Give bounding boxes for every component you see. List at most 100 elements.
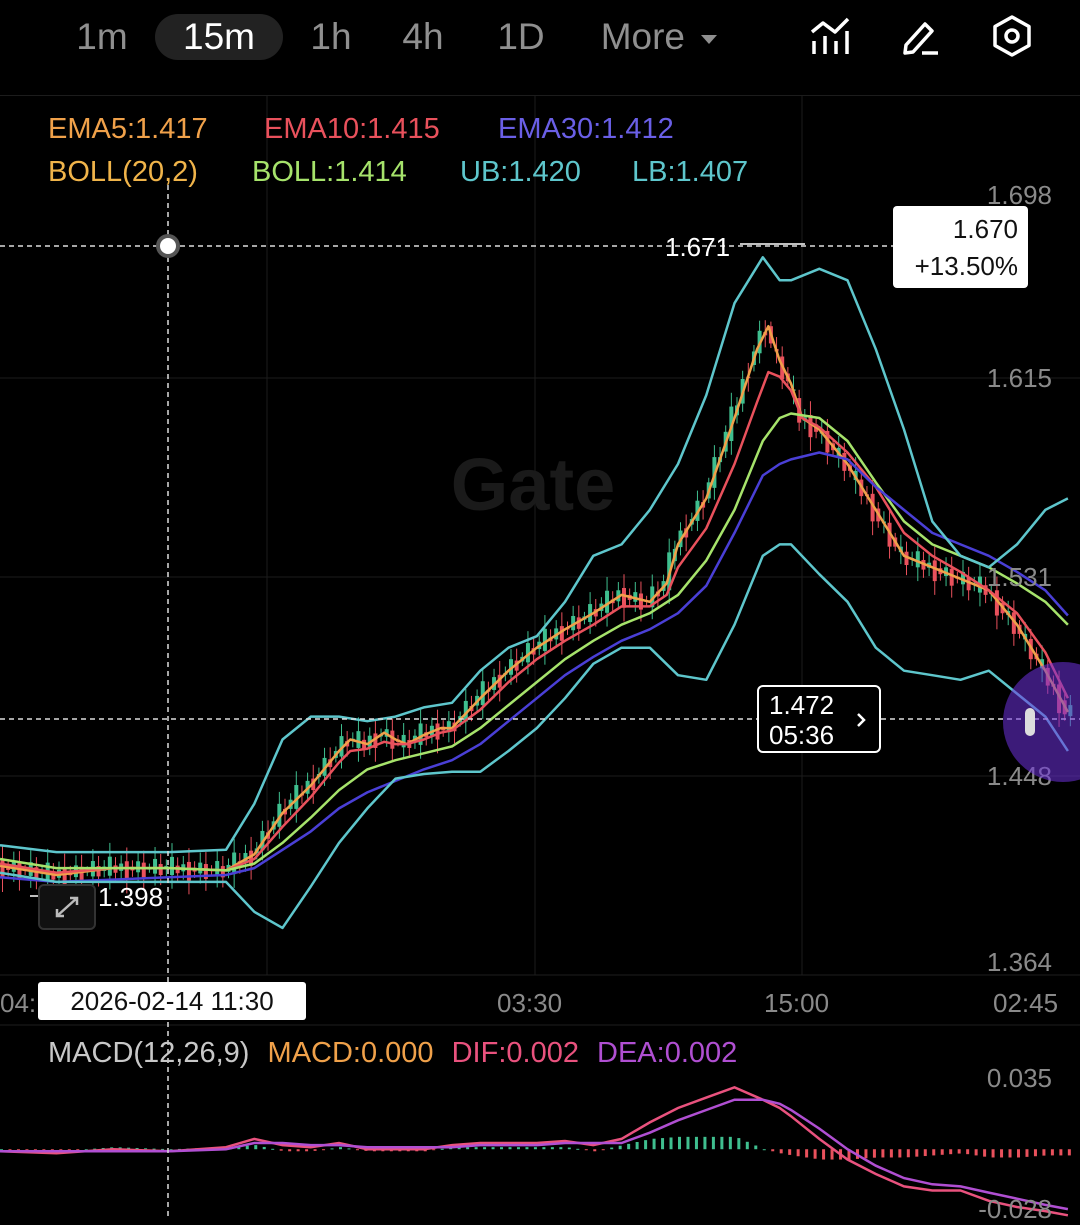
- macd-bar: [245, 1145, 249, 1150]
- macd-bar: [720, 1136, 724, 1150]
- candle-body: [136, 861, 141, 873]
- macd-bar: [500, 1147, 504, 1150]
- crosshair-dot: [160, 238, 176, 254]
- macd-bar: [610, 1147, 614, 1150]
- macd-bar: [322, 1149, 326, 1151]
- macd-bar: [567, 1147, 571, 1150]
- macd-bar: [440, 1148, 444, 1150]
- crosshair-time-box: 2026-02-14 11:30: [38, 982, 306, 1020]
- macd-bar: [644, 1140, 648, 1150]
- macd-bar: [923, 1149, 927, 1157]
- crosshair-change: +13.50%: [914, 251, 1018, 281]
- candle-body: [124, 861, 129, 880]
- macd-bar: [966, 1149, 970, 1155]
- macd-bar: [635, 1142, 639, 1150]
- legend-ema30: EMA30:1.412: [498, 113, 674, 145]
- candle-body: [107, 856, 112, 876]
- x-tick-label: 04:: [0, 988, 37, 1018]
- macd-bar: [813, 1149, 817, 1159]
- macd-bar: [1025, 1149, 1029, 1157]
- candle-body: [158, 864, 163, 876]
- macd-bar: [983, 1149, 987, 1157]
- macd-bar: [796, 1149, 800, 1157]
- dif-value: DIF:0.002: [451, 1037, 579, 1069]
- y-tick-label: 1.615: [986, 363, 1052, 393]
- macd-bar: [305, 1149, 309, 1152]
- macd-bar: [542, 1147, 546, 1150]
- macd-bar: [601, 1149, 605, 1151]
- macd-bar: [974, 1149, 978, 1156]
- candle-body: [542, 628, 547, 651]
- macd-bar: [1042, 1149, 1046, 1156]
- macd-bar: [584, 1149, 588, 1151]
- macd-bar: [466, 1147, 470, 1150]
- macd-bar: [550, 1147, 554, 1150]
- macd-bar: [754, 1145, 758, 1150]
- macd-bar: [661, 1138, 665, 1150]
- macd-bar: [686, 1136, 690, 1150]
- dea-value: DEA:0.002: [597, 1037, 738, 1069]
- macd-bar: [474, 1147, 478, 1150]
- candle-body: [0, 858, 5, 879]
- macd-bar: [347, 1148, 351, 1150]
- macd-value: MACD:0.000: [267, 1037, 434, 1069]
- macd-bar: [593, 1149, 597, 1152]
- macd-bar: [618, 1145, 622, 1150]
- macd-bar: [652, 1138, 656, 1150]
- macd-bar: [703, 1136, 707, 1150]
- candle-body: [232, 852, 237, 875]
- macd-bar: [271, 1148, 275, 1150]
- macd-y-tick-label: 0.035: [986, 1063, 1052, 1093]
- drag-handle-icon: [1025, 708, 1035, 736]
- macd-bar: [949, 1149, 953, 1155]
- macd-bar: [805, 1149, 809, 1158]
- macd-bar: [1050, 1149, 1054, 1156]
- macd-bar: [881, 1149, 885, 1158]
- macd-params: MACD(12,26,9): [48, 1037, 250, 1069]
- macd-bar: [432, 1149, 436, 1151]
- legend-boll: BOLL:1.414: [252, 156, 407, 188]
- candle-body: [198, 862, 203, 874]
- candle-body: [622, 587, 626, 608]
- macd-bar: [262, 1146, 266, 1150]
- macd-bar: [491, 1147, 495, 1150]
- macd-bar: [339, 1147, 342, 1150]
- current-price-box[interactable]: 1.472 05:36: [757, 685, 881, 753]
- x-tick-label: 15:00: [764, 988, 830, 1018]
- y-tick-label: 1.531: [986, 562, 1052, 592]
- macd-bar: [313, 1149, 317, 1151]
- candle-body: [435, 723, 440, 740]
- macd-bar: [525, 1147, 529, 1150]
- macd-bar: [533, 1147, 537, 1150]
- macd-bar: [694, 1136, 698, 1150]
- candle-body: [605, 590, 610, 613]
- macd-bar: [771, 1149, 775, 1152]
- macd-bar: [737, 1138, 741, 1150]
- macd-bar: [1000, 1149, 1004, 1158]
- macd-bar: [516, 1147, 520, 1150]
- floating-assistant-button[interactable]: [1003, 662, 1080, 782]
- legend-ema10: EMA10:1.415: [264, 113, 440, 145]
- macd-bar: [957, 1149, 961, 1154]
- x-tick-label: 02:45: [993, 988, 1059, 1018]
- macd-bar: [576, 1148, 580, 1150]
- macd-bar: [1017, 1149, 1020, 1158]
- candle-body: [153, 858, 158, 874]
- fullscreen-button[interactable]: [38, 884, 96, 930]
- chevron-right-icon: [857, 713, 866, 727]
- macd-bar: [745, 1141, 749, 1150]
- macd-bar: [822, 1149, 826, 1160]
- macd-bar: [991, 1149, 995, 1158]
- macd-bar: [254, 1145, 258, 1150]
- macd-bar: [1067, 1149, 1071, 1156]
- candle-body: [932, 560, 937, 582]
- macd-bar: [872, 1149, 876, 1158]
- macd-bar: [906, 1149, 910, 1158]
- legend-ub: UB:1.420: [460, 156, 581, 188]
- candle-body: [170, 856, 174, 876]
- macd-bar: [627, 1143, 631, 1150]
- macd-y-tick-label: -0.028: [978, 1194, 1052, 1224]
- high-label: 1.671: [665, 232, 731, 262]
- macd-bar: [788, 1149, 792, 1155]
- macd-bar: [1059, 1149, 1063, 1156]
